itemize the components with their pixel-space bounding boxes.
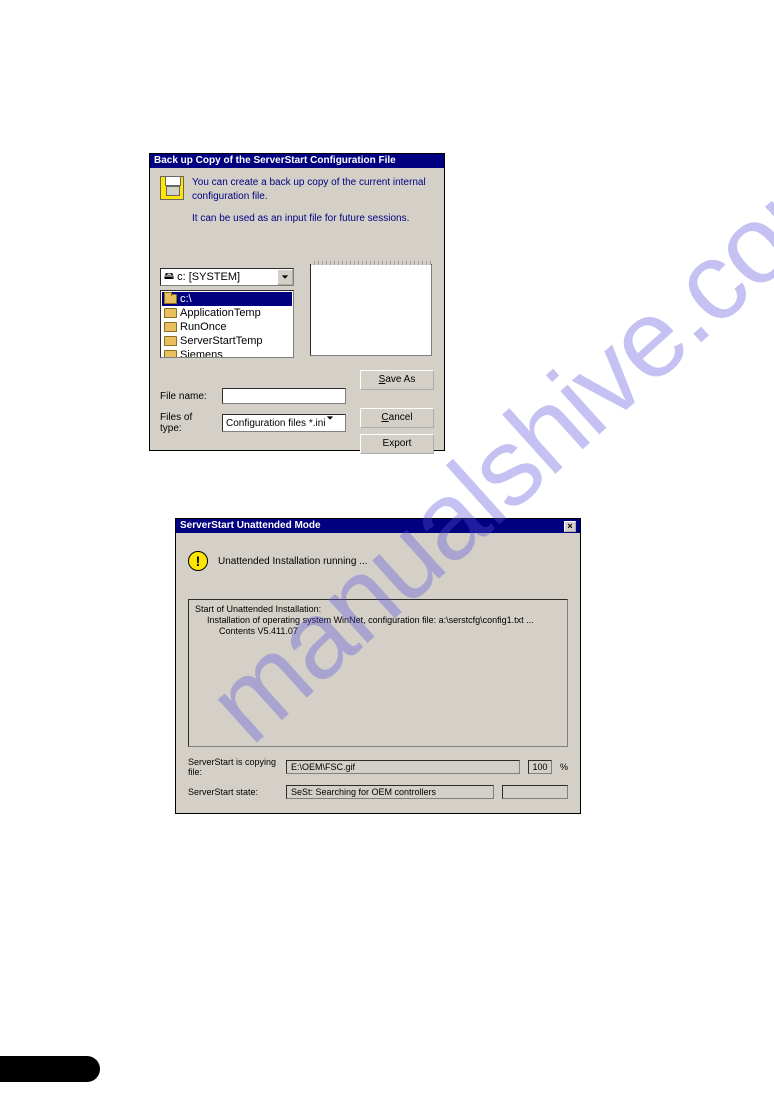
folder-icon	[164, 308, 177, 318]
unattended-dialog-title: ServerStart Unattended Mode	[180, 521, 321, 531]
folder-list[interactable]: c:\ ApplicationTemp RunOnce ServerStartTemp…	[160, 290, 294, 358]
unattended-dialog-titlebar: ServerStart Unattended Mode ×	[176, 519, 580, 533]
progress-box	[502, 785, 568, 799]
folder-item[interactable]: Siemens	[162, 348, 292, 358]
folder-label: RunOnce	[180, 321, 226, 333]
cancel-button[interactable]: Cancel	[360, 408, 434, 428]
percent-sign: %	[560, 762, 568, 772]
filetype-value: Configuration files *.ini	[226, 418, 326, 429]
intro-text: You can create a back up copy of the cur…	[192, 176, 434, 226]
hdd-icon: 🖴	[164, 269, 174, 286]
status-text: Unattended Installation running ...	[218, 556, 368, 567]
folder-item[interactable]: RunOnce	[162, 320, 292, 334]
filename-input[interactable]	[222, 388, 346, 404]
drive-dropdown-button[interactable]	[277, 269, 293, 285]
close-button[interactable]: ×	[564, 521, 576, 532]
folder-icon	[164, 336, 177, 346]
filetype-label: Files of type:	[160, 412, 216, 434]
export-button[interactable]: Export	[360, 434, 434, 454]
folder-item[interactable]: ApplicationTemp	[162, 306, 292, 320]
exclamation-icon: !	[188, 551, 208, 571]
folder-item[interactable]: c:\	[162, 292, 292, 306]
preview-pane	[310, 264, 432, 356]
folder-label: Siemens	[180, 349, 223, 358]
folder-label: c:\	[180, 293, 192, 305]
state-label: ServerStart state:	[188, 787, 278, 797]
page-tab	[0, 1056, 100, 1082]
folder-icon	[164, 294, 177, 304]
folder-label: ApplicationTemp	[180, 307, 261, 319]
copy-file-readonly: E:\OEM\FSC.gif	[286, 760, 520, 774]
floppy-disk-icon	[160, 176, 184, 200]
save-as-button[interactable]: Save As	[360, 370, 434, 390]
copy-label: ServerStart is copying file:	[188, 757, 278, 777]
drive-select-value: c: [SYSTEM]	[177, 271, 240, 283]
folder-label: ServerStartTemp	[180, 335, 263, 347]
folder-icon	[164, 350, 177, 358]
filetype-select[interactable]: Configuration files *.ini	[222, 414, 346, 432]
chevron-down-icon	[326, 414, 334, 422]
intro-line-2: It can be used as an input file for futu…	[192, 212, 434, 226]
close-icon: ×	[567, 521, 572, 531]
backup-dialog: Back up Copy of the ServerStart Configur…	[149, 153, 445, 451]
unattended-dialog: ServerStart Unattended Mode × ! Unattend…	[175, 518, 581, 814]
log-pane: Start of Unattended Installation: Instal…	[188, 599, 568, 747]
log-line: Installation of operating system WinNet,…	[195, 615, 561, 626]
copy-percent: 100	[528, 760, 552, 774]
filetype-dropdown-button[interactable]	[326, 414, 334, 432]
backup-dialog-title: Back up Copy of the ServerStart Configur…	[150, 154, 444, 168]
log-line: Contents V5.411.07	[195, 626, 561, 637]
folder-item[interactable]: ServerStartTemp	[162, 334, 292, 348]
folder-icon	[164, 322, 177, 332]
log-line: Start of Unattended Installation:	[195, 604, 561, 615]
state-readonly: SeSt: Searching for OEM controllers	[286, 785, 494, 799]
filename-label: File name:	[160, 391, 216, 402]
intro-line-1: You can create a back up copy of the cur…	[192, 176, 434, 204]
chevron-down-icon	[281, 273, 289, 281]
drive-select[interactable]: 🖴 c: [SYSTEM]	[160, 268, 294, 286]
